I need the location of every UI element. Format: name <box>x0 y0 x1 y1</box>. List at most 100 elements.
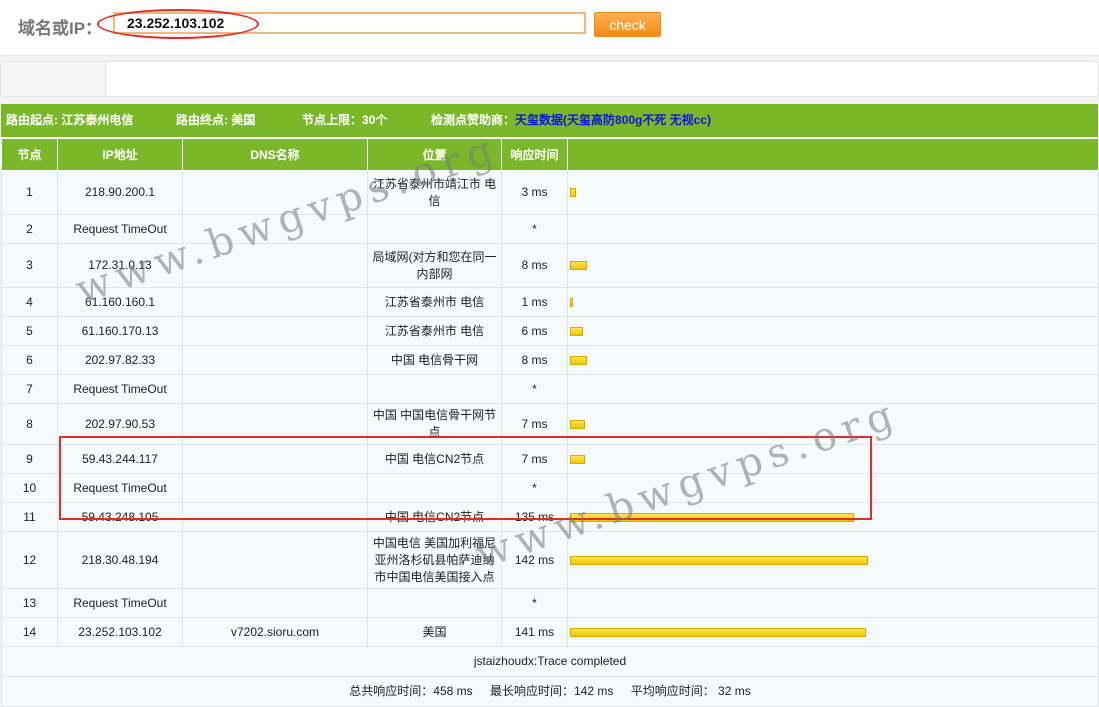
response-time-bar <box>570 627 867 637</box>
col-node: 节点 <box>1 138 58 171</box>
bar-cell <box>567 531 1099 589</box>
bar-cell <box>567 617 1099 647</box>
ip-cell: 61.160.160.1 <box>57 287 183 317</box>
tab-strip-left[interactable] <box>1 62 106 96</box>
dns-cell <box>182 287 368 317</box>
response-time-bar <box>570 454 585 464</box>
ip-cell: 202.97.90.53 <box>57 403 183 445</box>
ip-cell: 218.90.200.1 <box>57 170 183 215</box>
route-start: 路由起点: 江苏泰州电信 <box>6 113 134 127</box>
search-label: 域名或IP： <box>18 19 103 38</box>
table-row: 6 202.97.82.33 中国 电信骨干网 8 ms <box>1 345 1099 375</box>
node-cell: 3 <box>1 243 58 288</box>
location-cell: 美国 <box>367 617 502 647</box>
response-time-bar <box>570 261 587 270</box>
location-cell: 江苏省泰州市 电信 <box>367 316 502 346</box>
response-time-bar <box>570 188 577 197</box>
check-button[interactable]: check <box>594 12 661 37</box>
route-info-bar: 路由起点: 江苏泰州电信 路由终点: 美国 节点上限：30个 检测点赞助商： 天… <box>1 104 1098 137</box>
sponsor-link[interactable]: 天玺数据 <box>515 104 563 137</box>
location-cell: 江苏省泰州市 电信 <box>367 287 502 317</box>
node-cell: 12 <box>1 531 58 589</box>
table-row: 5 61.160.170.13 江苏省泰州市 电信 6 ms <box>1 316 1099 346</box>
dns-cell: v7202.sioru.com <box>182 617 368 647</box>
node-cell: 1 <box>1 170 58 215</box>
bar-cell <box>567 345 1099 375</box>
bar-cell <box>567 588 1099 618</box>
dns-cell <box>182 473 368 503</box>
dns-cell <box>182 444 368 474</box>
bar-cell <box>567 287 1099 317</box>
node-cell: 9 <box>1 444 58 474</box>
response-time-bar <box>570 419 585 429</box>
response-time-bar <box>570 297 573 307</box>
dns-cell <box>182 374 368 404</box>
sponsor-detail[interactable]: (天玺高防800g不死 无视cc) <box>563 104 711 137</box>
table-row: 4 61.160.160.1 江苏省泰州市 电信 1 ms <box>1 287 1099 317</box>
node-cell: 2 <box>1 214 58 244</box>
ip-cell: 59.43.244.117 <box>57 444 183 474</box>
bar-cell <box>567 403 1099 445</box>
ip-cell: 61.160.170.13 <box>57 316 183 346</box>
table-row: 13 Request TimeOut * <box>1 588 1099 618</box>
bar-cell <box>567 374 1099 404</box>
bar-cell <box>567 170 1099 215</box>
trace-body: 1 218.90.200.1 江苏省泰州市靖江市 电信 3 ms 2 Request Ti… <box>1 170 1099 647</box>
tab-strip <box>0 61 1099 97</box>
location-cell: 江苏省泰州市靖江市 电信 <box>367 170 502 215</box>
location-cell: 中国 电信CN2节点 <box>367 502 502 532</box>
table-row: 9 59.43.244.117 中国 电信CN2节点 7 ms <box>1 444 1099 474</box>
time-cell: 3 ms <box>501 170 568 215</box>
bar-cell <box>567 316 1099 346</box>
location-cell: 中国电信 美国加利福尼亚州洛杉矶县帕萨迪纳市中国电信美国接入点 <box>367 531 502 589</box>
table-row: 14 23.252.103.102 v7202.sioru.com 美国 141 ms <box>1 617 1099 647</box>
dns-cell <box>182 214 368 244</box>
node-cell: 5 <box>1 316 58 346</box>
ip-cell: Request TimeOut <box>57 214 183 244</box>
bar-cell <box>567 214 1099 244</box>
location-cell <box>367 374 502 404</box>
col-bar <box>567 138 1099 171</box>
trace-status-row: jstaizhoudx:Trace completed <box>1 646 1099 677</box>
node-limit: 节点上限：30个 <box>302 113 388 127</box>
dns-cell <box>182 170 368 215</box>
table-row: 11 59.43.248.105 中国 电信CN2节点 135 ms <box>1 502 1099 532</box>
table-row: 12 218.30.48.194 中国电信 美国加利福尼亚州洛杉矶县帕萨迪纳市中国电… <box>1 531 1099 589</box>
location-cell: 中国 电信CN2节点 <box>367 444 502 474</box>
bar-cell <box>567 444 1099 474</box>
node-cell: 14 <box>1 617 58 647</box>
response-time-bar <box>570 512 854 522</box>
location-cell <box>367 214 502 244</box>
search-bar: 域名或IP： check <box>0 0 1099 56</box>
dns-cell <box>182 403 368 445</box>
time-cell: 6 ms <box>501 316 568 346</box>
col-dns: DNS名称 <box>182 138 368 171</box>
response-time-bar <box>570 326 583 336</box>
time-cell: * <box>501 588 568 618</box>
summary-cell: 总共响应时间：458 ms 最长响应时间：142 ms 平均响应时间： 32 m… <box>1 676 1099 707</box>
ip-cell: 59.43.248.105 <box>57 502 183 532</box>
trace-status: jstaizhoudx:Trace completed <box>1 646 1099 677</box>
summary-row: 总共响应时间：458 ms 最长响应时间：142 ms 平均响应时间： 32 m… <box>1 676 1099 707</box>
dns-cell <box>182 345 368 375</box>
ip-cell: Request TimeOut <box>57 588 183 618</box>
table-row: 3 172.31.0.13 局域网(对方和您在同一内部网 8 ms <box>1 243 1099 288</box>
time-cell: 135 ms <box>501 502 568 532</box>
time-cell: * <box>501 473 568 503</box>
col-time: 响应时间 <box>501 138 568 171</box>
dns-cell <box>182 243 368 288</box>
location-cell: 中国 电信骨干网 <box>367 345 502 375</box>
node-cell: 4 <box>1 287 58 317</box>
table-row: 10 Request TimeOut * <box>1 473 1099 503</box>
ip-cell: 172.31.0.13 <box>57 243 183 288</box>
bar-cell <box>567 473 1099 503</box>
table-row: 2 Request TimeOut * <box>1 214 1099 244</box>
domain-ip-input[interactable] <box>113 12 586 34</box>
node-cell: 7 <box>1 374 58 404</box>
table-row: 8 202.97.90.53 中国 中国电信骨干网节点 7 ms <box>1 403 1099 445</box>
table-row: 7 Request TimeOut * <box>1 374 1099 404</box>
time-cell: * <box>501 374 568 404</box>
time-cell: * <box>501 214 568 244</box>
time-cell: 1 ms <box>501 287 568 317</box>
ip-cell: 23.252.103.102 <box>57 617 183 647</box>
